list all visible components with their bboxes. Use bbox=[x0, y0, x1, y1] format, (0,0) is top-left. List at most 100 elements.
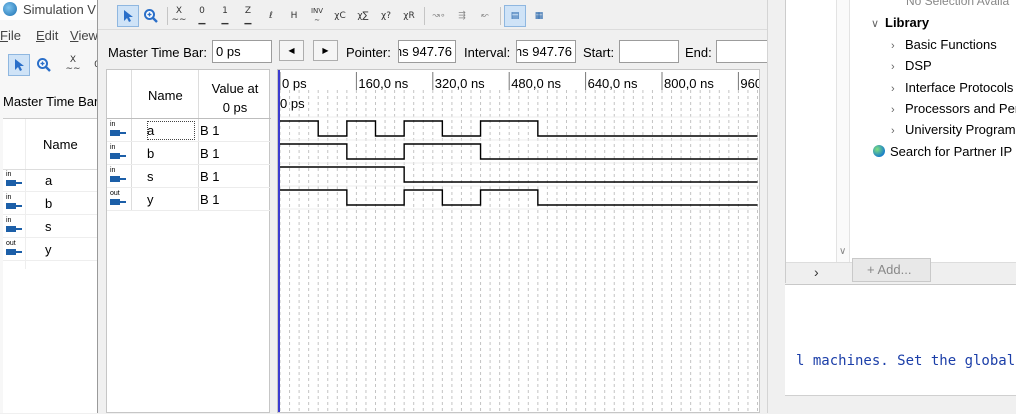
chevron-right-icon[interactable]: › bbox=[891, 104, 905, 116]
time-controls-bar: Master Time Bar: 0 ps ◀ ▶ Pointer: 947.7… bbox=[98, 36, 784, 66]
zoom-icon[interactable] bbox=[140, 5, 162, 27]
scroll-right-icon[interactable]: › bbox=[814, 264, 819, 280]
chevron-right-icon[interactable]: › bbox=[891, 61, 905, 73]
group-icon[interactable]: ↜ bbox=[474, 5, 496, 27]
library-item-dsp[interactable]: › DSP bbox=[891, 58, 932, 73]
messages-console: l machines. Set the global bbox=[785, 284, 1016, 414]
menu-view[interactable]: View bbox=[70, 28, 98, 43]
next-transition-button[interactable]: ▶ bbox=[313, 40, 338, 61]
start-label: Start: bbox=[583, 45, 615, 60]
signal-row-y[interactable]: out y B 1 bbox=[107, 188, 271, 211]
library-item-label: DSP bbox=[905, 58, 932, 73]
value-header-time: 0 ps bbox=[222, 100, 248, 115]
input-pin-icon: in bbox=[5, 171, 23, 188]
globe-icon bbox=[873, 145, 885, 157]
pointer-field[interactable]: 947.76 ns bbox=[398, 40, 456, 63]
signal-name: a bbox=[147, 123, 155, 138]
time-label: 800,0 ns bbox=[664, 76, 714, 91]
library-item-processors[interactable]: › Processors and Per bbox=[891, 101, 1016, 116]
signal-row-s[interactable]: in s B 1 bbox=[107, 165, 271, 188]
forcing-high-icon[interactable]: 1 ▁ bbox=[214, 5, 236, 27]
scroll-down-icon[interactable]: ∨ bbox=[839, 246, 846, 257]
cursor-time-label: 0 ps bbox=[280, 96, 305, 111]
input-pin-icon: in bbox=[5, 217, 23, 234]
background-row-s[interactable]: in s bbox=[3, 215, 100, 238]
interval-field[interactable]: 947.76 ns bbox=[516, 40, 576, 63]
menu-edit[interactable]: Edit bbox=[36, 28, 58, 43]
background-row-a[interactable]: in a bbox=[3, 169, 100, 192]
background-toolbar: X∼∼ 0 bbox=[0, 52, 100, 78]
library-item-university-program[interactable]: › University Program bbox=[891, 122, 1016, 137]
console-scrollbar[interactable] bbox=[785, 395, 1016, 414]
background-signal-name: b bbox=[45, 196, 53, 211]
time-label: 0 ps bbox=[282, 76, 307, 91]
select-arrow-icon[interactable] bbox=[117, 5, 139, 27]
start-field[interactable] bbox=[619, 40, 679, 63]
time-label: 160,0 ns bbox=[358, 76, 408, 91]
end-label: End: bbox=[685, 45, 712, 60]
snap-to-grid-icon[interactable]: ▤ bbox=[504, 5, 526, 27]
chevron-right-icon[interactable]: › bbox=[891, 40, 905, 52]
forcing-weak-low-icon[interactable]: ℓ bbox=[260, 5, 282, 27]
waveform-canvas[interactable]: 0 ps 160,0 ns 320,0 ns 480,0 ns 640,0 ns 800,… bbox=[278, 70, 760, 413]
master-time-bar-field[interactable]: 0 ps bbox=[212, 40, 272, 63]
menu-file[interactable]: File bbox=[0, 28, 21, 43]
background-signal-name: a bbox=[45, 173, 53, 188]
forcing-unknown-icon[interactable]: X ∼∼ bbox=[168, 5, 190, 27]
forcing-low-icon[interactable]: 0 ▁ bbox=[191, 5, 213, 27]
pointer-label: Pointer: bbox=[346, 45, 391, 60]
waveform-area[interactable]: 0 ps 160,0 ns 320,0 ns 480,0 ns 640,0 ns 800,… bbox=[277, 69, 760, 413]
forcing-unknown-icon[interactable]: X ∼∼ bbox=[62, 54, 84, 76]
signal-row-a[interactable]: in a B 1 bbox=[107, 119, 271, 142]
search-partner-ip-link[interactable]: Search for Partner IP bbox=[873, 144, 1012, 159]
waveform-toolbar: X ∼∼ 0 ▁ 1 ▁ Z ▁ ℓ H INV ∼ χC χ∑ χ? χR ↝∘ ⇶ ↜… bbox=[98, 2, 784, 30]
library-item-basic-functions[interactable]: › Basic Functions bbox=[891, 37, 997, 52]
input-pin-icon: in bbox=[109, 144, 127, 161]
background-signal-grid: Name in a in b in s out y bbox=[3, 118, 100, 413]
forcing-weak-high-icon[interactable]: H bbox=[283, 5, 305, 27]
background-window-title-bar: Simulation V bbox=[0, 0, 100, 20]
output-pin-icon: out bbox=[5, 240, 23, 257]
window-edge-strip bbox=[767, 0, 785, 413]
time-label: 640,0 ns bbox=[588, 76, 638, 91]
interval-label: Interval: bbox=[464, 45, 511, 60]
toolbar-separator bbox=[500, 7, 501, 25]
ip-catalog-scrollbar[interactable]: ∨ bbox=[836, 0, 850, 262]
forcing-hi-z-icon[interactable]: Z ▁ bbox=[237, 5, 259, 27]
signal-name: b bbox=[147, 146, 155, 161]
no-selection-label: No Selection Availa bbox=[906, 0, 1010, 8]
background-window: Simulation V File Edit View X∼∼ 0 Master… bbox=[0, 0, 100, 413]
input-pin-icon: in bbox=[109, 121, 127, 138]
chevron-right-icon[interactable]: › bbox=[891, 83, 905, 95]
grid-icon[interactable]: ▦ bbox=[528, 5, 550, 27]
time-label: 960,0 ns bbox=[740, 76, 760, 91]
invert-icon[interactable]: INV ∼ bbox=[306, 5, 328, 27]
library-node[interactable]: ∨ Library bbox=[871, 15, 929, 30]
signal-name: y bbox=[147, 192, 154, 207]
random-value-icon[interactable]: χ? bbox=[375, 5, 397, 27]
snap-icon[interactable]: ↝∘ bbox=[428, 5, 450, 27]
previous-transition-button[interactable]: ◀ bbox=[279, 40, 304, 61]
chevron-down-icon[interactable]: ∨ bbox=[871, 17, 885, 30]
library-item-interface-protocols[interactable]: › Interface Protocols bbox=[891, 80, 1013, 95]
value-column-header[interactable]: Value at 0 ps bbox=[199, 79, 271, 117]
chevron-right-icon[interactable]: › bbox=[891, 125, 905, 137]
signal-list-grid: Name Value at 0 ps in a B 1 in b B 1 in s… bbox=[106, 69, 271, 413]
zoom-icon[interactable] bbox=[33, 54, 55, 76]
add-ip-button[interactable]: + Add... bbox=[852, 258, 931, 282]
select-arrow-icon[interactable] bbox=[8, 54, 30, 76]
background-row-b[interactable]: in b bbox=[3, 192, 100, 215]
background-row-y[interactable]: out y bbox=[3, 238, 100, 261]
output-pin-icon: out bbox=[109, 190, 127, 207]
sort-icon[interactable]: ⇶ bbox=[451, 5, 473, 27]
time-label: 320,0 ns bbox=[435, 76, 485, 91]
background-master-time-bar-label: Master Time Bar bbox=[3, 94, 99, 109]
signal-row-b[interactable]: in b B 1 bbox=[107, 142, 271, 165]
overwrite-value-icon[interactable]: χR bbox=[398, 5, 420, 27]
count-value-icon[interactable]: χC bbox=[329, 5, 351, 27]
clock-icon[interactable]: χ∑ bbox=[352, 5, 374, 27]
background-name-header: Name bbox=[43, 137, 78, 152]
value-header-line: Value at bbox=[211, 81, 259, 96]
library-item-label: Interface Protocols bbox=[905, 80, 1014, 95]
name-column-header[interactable]: Name bbox=[148, 88, 183, 103]
